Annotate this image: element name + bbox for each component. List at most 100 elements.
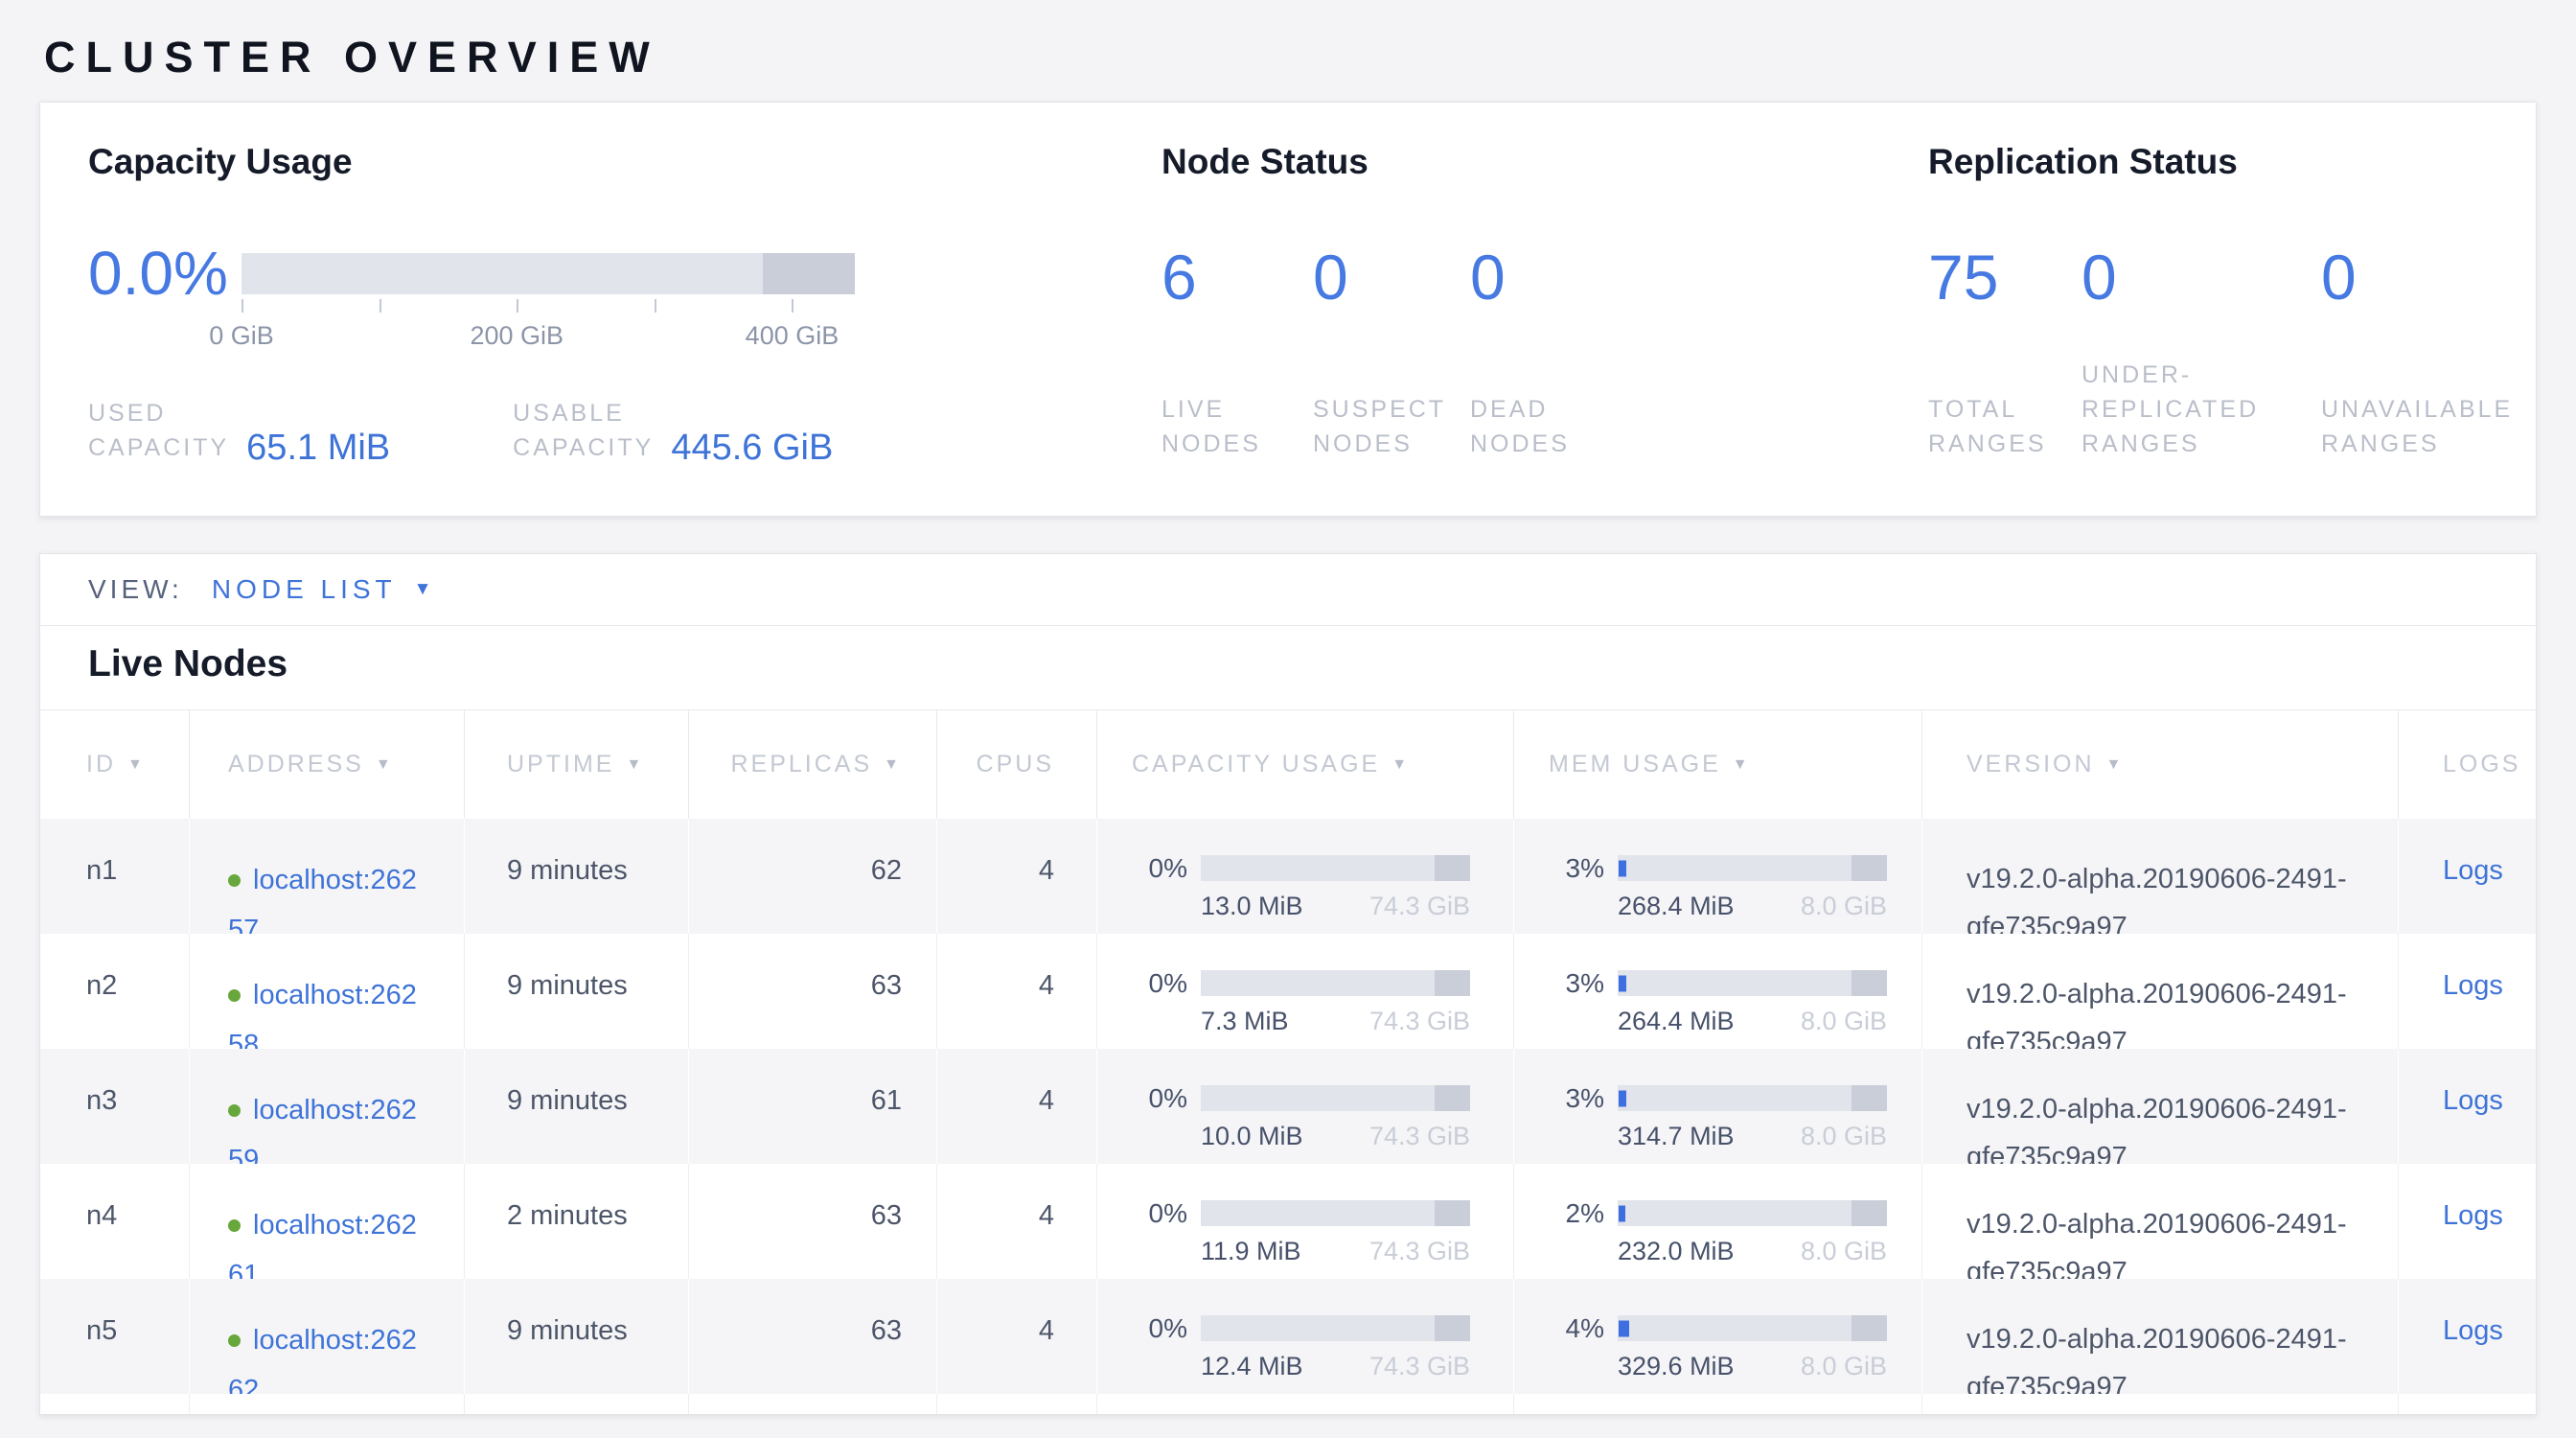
table-row: n4localhost:262612 minutes6340%11.9 MiB7… bbox=[40, 1164, 2536, 1279]
memory-usage-percent: 3% bbox=[1549, 1085, 1604, 1111]
logs-link[interactable]: Logs bbox=[2443, 1315, 2503, 1346]
logs-link[interactable]: Logs bbox=[2443, 970, 2503, 1001]
usage-bar-reserved-segment bbox=[1852, 1200, 1887, 1226]
usage-bar-reserved-segment bbox=[1852, 855, 1887, 881]
capacity-bar: 0 GiB200 GiB400 GiB bbox=[242, 253, 855, 356]
table-row: n5localhost:262629 minutes6340%12.4 MiB7… bbox=[40, 1279, 2536, 1394]
usage-bar-track bbox=[1618, 1200, 1887, 1226]
usage-bar-track bbox=[1618, 1085, 1887, 1111]
usage-total-value: 8.0 GiB bbox=[1801, 892, 1887, 921]
logs-link[interactable]: Logs bbox=[2443, 855, 2503, 886]
logs-link[interactable]: Logs bbox=[2443, 1085, 2503, 1116]
column-header-uptime[interactable]: UPTIME▼ bbox=[465, 710, 689, 819]
table-row-partial bbox=[40, 1394, 2536, 1415]
version-text: v19.2.0-alpha.20190606-2491-gfe735c9a97 bbox=[1966, 1200, 2399, 1279]
usage-used-value: 7.3 MiB bbox=[1201, 1007, 1289, 1036]
column-header-version[interactable]: VERSION▼ bbox=[1922, 710, 2399, 819]
node-replicas: 61 bbox=[689, 1049, 937, 1164]
usage-bar-track bbox=[1201, 1315, 1470, 1341]
column-header-address[interactable]: ADDRESS▼ bbox=[190, 710, 465, 819]
cluster-summary-card: Capacity Usage 0.0% 0 GiB200 GiB400 GiB … bbox=[39, 102, 2537, 517]
node-address-link[interactable]: localhost:26258 bbox=[228, 980, 417, 1049]
node-uptime: 2 minutes bbox=[465, 1164, 689, 1279]
column-header-label: LOGS bbox=[2443, 751, 2520, 778]
node-id: n1 bbox=[40, 819, 190, 934]
view-selector-dropdown[interactable]: NODE LIST ▼ bbox=[212, 574, 432, 605]
usage-bar-fill bbox=[1619, 1320, 1629, 1336]
usage-bar-fill bbox=[1619, 860, 1626, 876]
column-header-memory[interactable]: MEM USAGE▼ bbox=[1514, 710, 1922, 819]
axis-tick-label: 200 GiB bbox=[470, 321, 564, 351]
view-label: VIEW: bbox=[88, 574, 183, 605]
column-header-label: CPUS bbox=[977, 751, 1054, 778]
capacity-stat: USABLE CAPACITY445.6 GiB bbox=[513, 396, 833, 465]
node-uptime: 9 minutes bbox=[465, 819, 689, 934]
node-address-link[interactable]: localhost:26257 bbox=[228, 865, 417, 934]
usage-bar-reserved-segment bbox=[1852, 1085, 1887, 1111]
address-wrap: localhost:26261 bbox=[228, 1200, 431, 1279]
column-header-capacity[interactable]: CAPACITY USAGE▼ bbox=[1097, 710, 1514, 819]
capacity-stat: USED CAPACITY65.1 MiB bbox=[88, 396, 390, 465]
usage-bar-body: 12.4 MiB 74.3 GiB bbox=[1201, 1315, 1470, 1381]
usage-bar-reserved-segment bbox=[1435, 1200, 1470, 1226]
node-cpus: 4 bbox=[937, 1279, 1097, 1394]
summary-stat: 0UNAVAILABLE RANGES bbox=[2321, 245, 2474, 461]
version-text: v19.2.0-alpha.20190606-2491-gfe735c9a97 bbox=[1966, 1315, 2399, 1394]
memory-usage-bar: 3%268.4 MiB8.0 GiB bbox=[1549, 855, 1921, 921]
table-cell-partial bbox=[2399, 1394, 2536, 1415]
usage-used-value: 12.4 MiB bbox=[1201, 1352, 1303, 1381]
node-uptime: 9 minutes bbox=[465, 1049, 689, 1164]
usage-bar-track bbox=[1618, 970, 1887, 996]
node-address-link[interactable]: localhost:26259 bbox=[228, 1095, 417, 1164]
summary-stat: 75TOTAL RANGES bbox=[1928, 245, 2082, 461]
replication-status-title: Replication Status bbox=[1928, 141, 2488, 183]
memory-usage-bar: 2%232.0 MiB8.0 GiB bbox=[1549, 1200, 1921, 1266]
table-header-row: ID▼ADDRESS▼UPTIME▼REPLICAS▼ CPUS CAPACITY … bbox=[40, 709, 2536, 819]
node-replicas: 62 bbox=[689, 819, 937, 934]
usage-bar-reserved-segment bbox=[1435, 970, 1470, 996]
stat-label: UNDER- REPLICATED RANGES bbox=[2082, 358, 2321, 461]
node-cpus: 4 bbox=[937, 819, 1097, 934]
column-header-cpus: CPUS bbox=[937, 710, 1097, 819]
replication-status-stats: 75TOTAL RANGES0UNDER- REPLICATED RANGES0… bbox=[1928, 245, 2488, 461]
node-logs-cell: Logs bbox=[2399, 1279, 2536, 1394]
table-cell-partial bbox=[1097, 1394, 1514, 1415]
column-header-id[interactable]: ID▼ bbox=[40, 710, 190, 819]
replication-status-section: Replication Status 75TOTAL RANGES0UNDER-… bbox=[1928, 141, 2488, 516]
usage-bar-body: 7.3 MiB74.3 GiB bbox=[1201, 970, 1470, 1036]
node-id: n5 bbox=[40, 1279, 190, 1394]
usage-bar-body: 264.4 MiB8.0 GiB bbox=[1618, 970, 1887, 1036]
node-version: v19.2.0-alpha.20190606-2491-gfe735c9a97 bbox=[1922, 1279, 2399, 1394]
table-row: n3localhost:262599 minutes6140%10.0 MiB7… bbox=[40, 1049, 2536, 1164]
usage-bar-track bbox=[1201, 970, 1470, 996]
usage-bar-track bbox=[1618, 855, 1887, 881]
usage-bar-body: 329.6 MiB8.0 GiB bbox=[1618, 1315, 1887, 1381]
sort-descending-icon: ▼ bbox=[376, 756, 394, 774]
live-status-dot bbox=[228, 874, 241, 887]
usage-total-value: 74.3 GiB bbox=[1369, 1237, 1470, 1266]
axis-tick bbox=[242, 299, 243, 313]
memory-usage-percent: 3% bbox=[1549, 970, 1604, 996]
capacity-bar-reserved-segment bbox=[763, 253, 855, 294]
column-header-replicas[interactable]: REPLICAS▼ bbox=[689, 710, 937, 819]
version-text: v19.2.0-alpha.20190606-2491-gfe735c9a97 bbox=[1966, 970, 2399, 1049]
node-replicas: 63 bbox=[689, 1279, 937, 1394]
logs-link[interactable]: Logs bbox=[2443, 1200, 2503, 1231]
usage-bar-values: 329.6 MiB8.0 GiB bbox=[1618, 1352, 1887, 1381]
node-address-link[interactable]: localhost:26262 bbox=[228, 1325, 417, 1394]
axis-tick-label: 400 GiB bbox=[746, 321, 840, 351]
stat-label: USED CAPACITY bbox=[88, 396, 229, 465]
memory-usage-bar: 4%329.6 MiB8.0 GiB bbox=[1549, 1315, 1921, 1381]
usage-bar-values: 10.0 MiB74.3 GiB bbox=[1201, 1122, 1470, 1151]
node-id: n4 bbox=[40, 1164, 190, 1279]
usage-bar-fill bbox=[1619, 1205, 1625, 1221]
node-capacity-usage: 0%7.3 MiB74.3 GiB bbox=[1097, 934, 1514, 1049]
usage-bar-body: 11.9 MiB74.3 GiB bbox=[1201, 1200, 1470, 1266]
table-cell-partial bbox=[40, 1394, 190, 1415]
node-mem-usage: 2%232.0 MiB8.0 GiB bbox=[1514, 1164, 1922, 1279]
usage-total-value: 74.3 GiB bbox=[1369, 1352, 1470, 1381]
node-capacity-usage: 0%13.0 MiB74.3 GiB bbox=[1097, 819, 1514, 934]
node-address-link[interactable]: localhost:26261 bbox=[228, 1210, 417, 1279]
usage-bar-body: 314.7 MiB8.0 GiB bbox=[1618, 1085, 1887, 1151]
usage-bar-values: 314.7 MiB8.0 GiB bbox=[1618, 1122, 1887, 1151]
